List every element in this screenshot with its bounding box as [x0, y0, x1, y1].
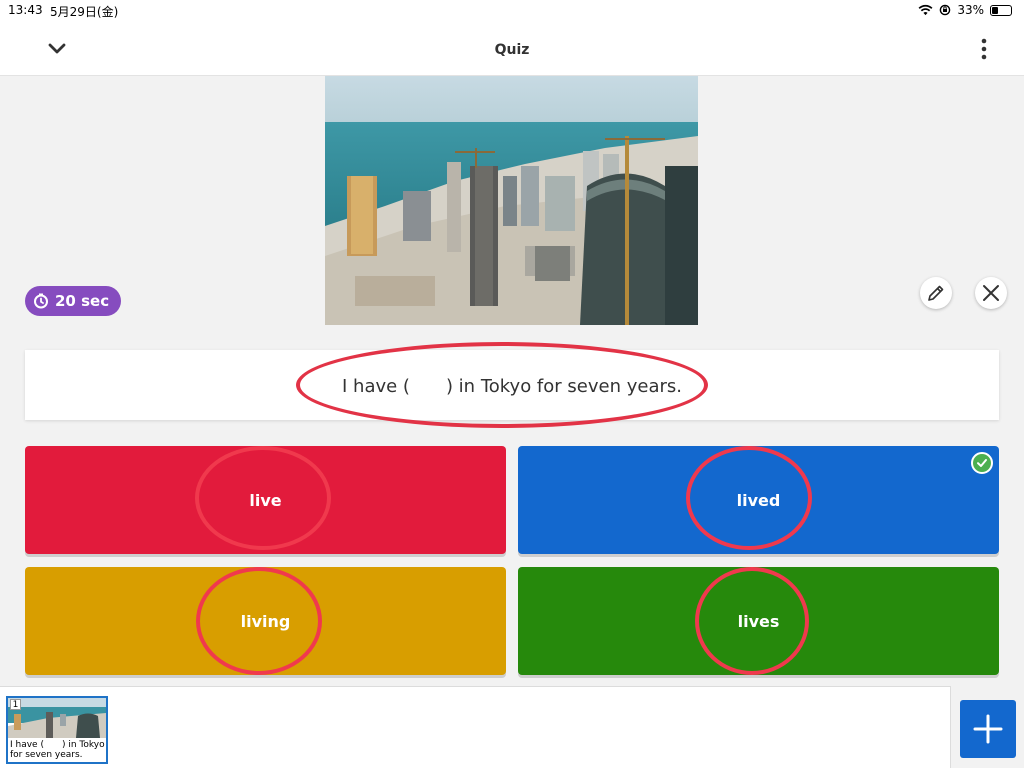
page-title: Quiz	[494, 42, 530, 58]
annotation-circle-answer-4	[695, 567, 809, 675]
close-icon	[983, 285, 999, 301]
wifi-icon	[918, 4, 933, 16]
clock-icon	[34, 293, 48, 309]
orientation-lock-icon	[940, 4, 951, 16]
slide-thumbnail[interactable]: 1 I have ( ) in Tokyo for seven years.	[6, 696, 108, 764]
annotation-circle-answer-3	[196, 567, 322, 675]
battery-percent: 33%	[957, 3, 984, 17]
status-bar: 13:43 5月29日(金) 33%	[0, 0, 1024, 22]
more-vertical-icon[interactable]	[974, 36, 994, 62]
status-time: 13:43	[8, 3, 43, 17]
annotation-circle-answer-2	[686, 446, 812, 550]
battery-fill	[992, 6, 998, 14]
plus-icon	[973, 714, 1003, 744]
status-date: 5月29日(金)	[50, 5, 119, 19]
slide-caption: I have ( ) in Tokyo for seven years.	[10, 740, 105, 760]
annotation-circle-question	[296, 342, 708, 428]
time-limit-badge[interactable]: 20 sec	[25, 286, 122, 316]
check-circle-icon[interactable]	[971, 452, 993, 474]
city-skyline-image	[325, 76, 698, 325]
remove-media-button[interactable]	[975, 277, 1007, 309]
annotation-circle-answer-1	[195, 446, 331, 550]
battery-icon	[990, 4, 1012, 16]
header: Quiz	[0, 22, 1024, 76]
slide-number: 1	[10, 699, 21, 710]
slide-thumbnail-image	[8, 698, 106, 738]
slide-tray: 1 I have ( ) in Tokyo for seven years.	[0, 686, 1024, 768]
pencil-icon	[928, 285, 944, 301]
edit-media-button[interactable]	[920, 277, 952, 309]
time-limit-label: 20 sec	[55, 292, 110, 310]
question-image[interactable]	[325, 76, 698, 325]
add-question-button[interactable]	[960, 700, 1016, 758]
status-right: 33%	[918, 3, 1012, 17]
